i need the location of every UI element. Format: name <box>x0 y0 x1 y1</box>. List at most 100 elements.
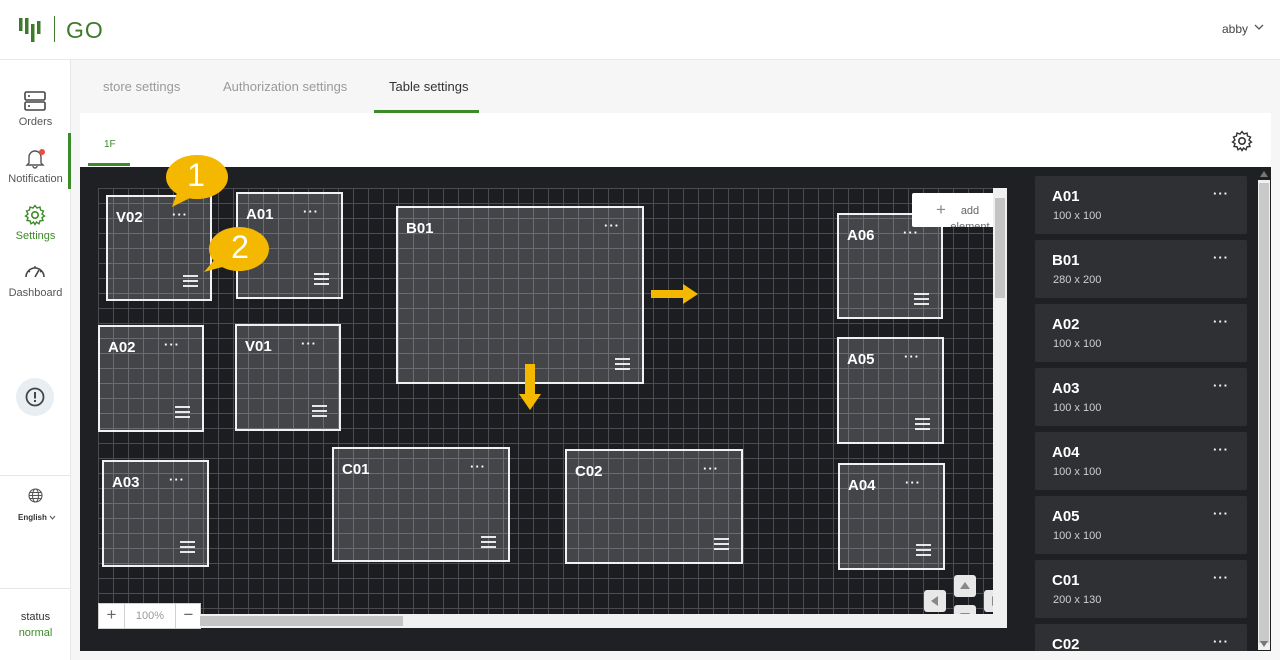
sidebar-item-dashboard[interactable]: Dashboard <box>0 257 71 309</box>
scrollbar-thumb[interactable] <box>1259 183 1269 643</box>
menu-icon[interactable] <box>183 275 198 287</box>
table-name: C02 <box>575 463 603 480</box>
bell-icon <box>25 149 45 169</box>
gauge-icon <box>25 266 45 278</box>
table-a03[interactable]: A03 ··· <box>102 460 209 567</box>
gear-icon[interactable] <box>1231 130 1253 152</box>
more-icon[interactable]: ··· <box>164 337 180 352</box>
list-item-a01[interactable]: A01 100 x 100 ··· <box>1035 176 1247 234</box>
menu-icon[interactable] <box>915 418 930 430</box>
table-a06[interactable]: A06 ··· <box>837 213 943 319</box>
settings-tabs: store settings Authorization settings Ta… <box>80 60 1271 113</box>
callout-number: 1 <box>187 157 205 193</box>
table-c02[interactable]: C02 ··· <box>565 449 743 564</box>
list-item-c01[interactable]: C01 200 x 130 ··· <box>1035 560 1247 618</box>
menu-icon[interactable] <box>180 541 195 553</box>
sidebar-item-label: Orders <box>18 116 53 128</box>
more-icon[interactable]: ··· <box>169 472 185 487</box>
element-size: 200 x 130 <box>1053 594 1102 606</box>
more-icon[interactable]: ··· <box>172 207 188 222</box>
language-selector[interactable]: English <box>18 513 47 522</box>
zoom-level: 100% <box>124 604 176 628</box>
callout-1: 1 <box>164 152 228 207</box>
scrollbar-thumb[interactable] <box>200 616 403 626</box>
tab-store-settings[interactable]: store settings <box>103 79 180 94</box>
pan-up-button[interactable] <box>954 575 976 597</box>
more-icon[interactable]: ··· <box>904 349 920 364</box>
scrollbar-thumb[interactable] <box>995 198 1005 298</box>
alert-button[interactable] <box>16 378 54 416</box>
floor-active-indicator <box>88 163 130 166</box>
table-b01[interactable]: B01 ··· <box>396 206 644 384</box>
menu-icon[interactable] <box>481 536 496 548</box>
menu-icon[interactable] <box>615 358 630 370</box>
more-icon[interactable]: ··· <box>1213 506 1229 521</box>
table-c01[interactable]: C01 ··· <box>332 447 510 562</box>
more-icon[interactable]: ··· <box>301 336 317 351</box>
more-icon[interactable]: ··· <box>1213 442 1229 457</box>
element-name: A01 <box>1052 188 1080 205</box>
menu-icon[interactable] <box>312 405 327 417</box>
more-icon[interactable]: ··· <box>1213 250 1229 265</box>
element-list-panel: A01 100 x 100 ··· B01 280 x 200 ··· A02 … <box>1025 167 1271 651</box>
list-item-a04[interactable]: A04 100 x 100 ··· <box>1035 432 1247 490</box>
table-v01[interactable]: V01 ··· <box>235 324 341 431</box>
list-item-a03[interactable]: A03 100 x 100 ··· <box>1035 368 1247 426</box>
table-name: A04 <box>848 477 876 494</box>
menu-icon[interactable] <box>175 406 190 418</box>
element-size: 100 x 100 <box>1053 530 1102 542</box>
tab-table-settings[interactable]: Table settings <box>389 79 469 94</box>
table-name: C01 <box>342 461 370 478</box>
sidebar-item-label: Settings <box>15 230 56 242</box>
table-name: V01 <box>245 338 272 355</box>
sidebar-item-settings[interactable]: Settings <box>0 200 71 252</box>
user-menu[interactable]: abby <box>1222 22 1248 36</box>
logo-text: GO <box>66 17 104 43</box>
more-icon[interactable]: ··· <box>1213 634 1229 649</box>
more-icon[interactable]: ··· <box>1213 570 1229 585</box>
more-icon[interactable]: ··· <box>905 475 921 490</box>
menu-icon[interactable] <box>314 273 329 285</box>
scroll-down-icon[interactable] <box>1259 640 1269 648</box>
zoom-in-button[interactable]: + <box>99 604 124 628</box>
element-name: A02 <box>1052 316 1080 333</box>
top-bar: GO abby <box>0 0 1280 60</box>
more-icon[interactable]: ··· <box>1213 314 1229 329</box>
more-icon[interactable]: ··· <box>604 218 620 233</box>
element-size: 100 x 100 <box>1053 210 1102 222</box>
sidebar-item-label: Notification <box>8 173 63 185</box>
more-icon[interactable]: ··· <box>470 459 486 474</box>
sidebar-item-label: Dashboard <box>8 287 63 299</box>
element-size: 100 x 100 <box>1053 338 1102 350</box>
list-item-b01[interactable]: B01 280 x 200 ··· <box>1035 240 1247 298</box>
list-item-a05[interactable]: A05 100 x 100 ··· <box>1035 496 1247 554</box>
table-a04[interactable]: A04 ··· <box>838 463 945 570</box>
add-element-button[interactable]: + add element <box>912 193 1006 227</box>
floor-tab-1f[interactable]: 1F <box>104 139 116 150</box>
sidebar-active-indicator <box>68 133 71 189</box>
callout-number: 2 <box>231 229 249 265</box>
sidebar-divider <box>0 475 71 476</box>
menu-icon[interactable] <box>714 538 729 550</box>
menu-icon[interactable] <box>916 544 931 556</box>
more-icon[interactable]: ··· <box>903 225 919 240</box>
more-icon[interactable]: ··· <box>703 461 719 476</box>
chevron-down-icon[interactable] <box>1254 22 1264 32</box>
more-icon[interactable]: ··· <box>1213 378 1229 393</box>
more-icon[interactable]: ··· <box>303 204 319 219</box>
sidebar-item-notification[interactable]: Notification <box>0 143 71 195</box>
table-a05[interactable]: A05 ··· <box>837 337 944 444</box>
menu-icon[interactable] <box>914 293 929 305</box>
more-icon[interactable]: ··· <box>1213 186 1229 201</box>
sidebar-item-orders[interactable]: Orders <box>0 86 71 138</box>
chevron-down-icon[interactable] <box>49 514 56 521</box>
zoom-out-button[interactable]: − <box>176 604 201 628</box>
list-item-c02[interactable]: C02 ··· <box>1035 624 1247 651</box>
scroll-up-icon[interactable] <box>1259 170 1269 178</box>
pan-left-button[interactable] <box>924 590 946 612</box>
tab-authorization-settings[interactable]: Authorization settings <box>223 79 347 94</box>
list-item-a02[interactable]: A02 100 x 100 ··· <box>1035 304 1247 362</box>
table-a02[interactable]: A02 ··· <box>98 325 204 432</box>
arrow-down-icon <box>519 364 541 410</box>
table-v02[interactable]: V02 ··· <box>106 195 212 301</box>
